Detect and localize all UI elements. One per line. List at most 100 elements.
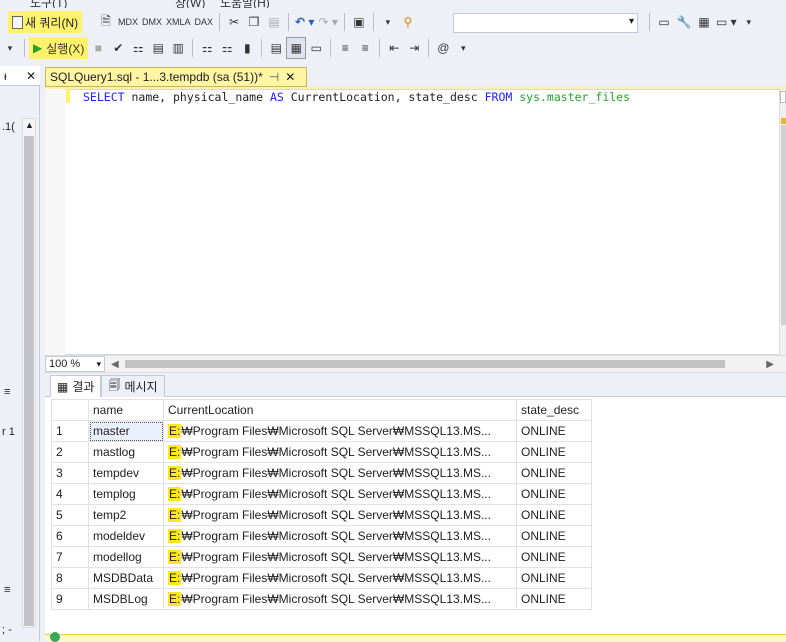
row-number[interactable]: 1 (51, 420, 89, 442)
search-combo[interactable]: ▾ (453, 13, 638, 33)
toolbox-icon[interactable]: ▦ (694, 11, 714, 33)
database-dropdown-arrow-icon[interactable]: ▾ (0, 37, 20, 59)
table-row[interactable]: 1 master E:₩Program Files₩Microsoft SQL Se… (51, 420, 592, 442)
pin-icon[interactable]: ⊣ (269, 70, 279, 84)
scroll-left-icon[interactable]: ◀ (111, 359, 119, 370)
scroll-right-icon[interactable]: ▶ (766, 359, 774, 370)
results-to-file-icon[interactable]: ▭ (306, 37, 326, 59)
xmla-query-icon[interactable]: XMLA (164, 11, 193, 33)
dropdown-arrow-icon[interactable]: ▾ (378, 11, 398, 33)
cell-current-location[interactable]: E:₩Program Files₩Microsoft SQL Server₩MS… (163, 567, 517, 589)
cell-name[interactable]: modeldev (88, 525, 164, 547)
window-layout-icon[interactable]: ▭ ▾ (714, 11, 739, 33)
redo-icon[interactable]: ↷ ▾ (316, 11, 339, 33)
dax-query-icon[interactable]: DAX (193, 11, 216, 33)
cell-current-location[interactable]: E:₩Program Files₩Microsoft SQL Server₩MS… (163, 546, 517, 568)
cell-name[interactable]: modellog (88, 546, 164, 568)
row-number[interactable]: 4 (51, 483, 89, 505)
table-row[interactable]: 7 modellog E:₩Program Files₩Microsoft SQL … (51, 546, 592, 568)
cell-state-desc[interactable]: ONLINE (516, 525, 592, 547)
column-header-currentlocation[interactable]: CurrentLocation (163, 399, 517, 421)
menu-tools[interactable]: 도구(T) (30, 0, 67, 8)
cell-state-desc[interactable]: ONLINE (516, 483, 592, 505)
menu-window[interactable]: 창(W) (175, 0, 205, 8)
left-pane-scroll-thumb[interactable] (24, 136, 34, 626)
cell-current-location[interactable]: E:₩Program Files₩Microsoft SQL Server₩MS… (163, 483, 517, 505)
cell-state-desc[interactable]: ONLINE (516, 588, 592, 610)
split-handle[interactable] (780, 91, 786, 103)
query-designer-icon[interactable]: ▤ (148, 37, 168, 59)
sql-line[interactable]: SELECT name, physical_name AS CurrentLoc… (83, 90, 630, 104)
cell-state-desc[interactable]: ONLINE (516, 441, 592, 463)
activity-monitor-icon[interactable]: ▣ (349, 11, 369, 33)
cell-state-desc[interactable]: ONLINE (516, 546, 592, 568)
query-editor[interactable] (45, 89, 780, 355)
results-to-grid-icon[interactable]: ▦ (286, 37, 307, 59)
row-number[interactable]: 5 (51, 504, 89, 526)
menu-help[interactable]: 도움말(H) (220, 0, 270, 8)
object-explorer-tab[interactable]: ᵻ ✕ (0, 66, 40, 86)
close-icon[interactable]: ✕ (285, 70, 295, 84)
row-number[interactable]: 6 (51, 525, 89, 547)
cell-current-location[interactable]: E:₩Program Files₩Microsoft SQL Server₩MS… (163, 588, 517, 610)
cell-name[interactable]: mastlog (88, 441, 164, 463)
cell-state-desc[interactable]: ONLINE (516, 420, 592, 442)
execute-button[interactable]: ▶ 실행(X) (29, 37, 89, 59)
tab-results[interactable]: ▦ 결과 (50, 375, 102, 397)
client-stats-icon[interactable]: ▮ (237, 37, 257, 59)
zoom-select[interactable]: 100 % ▾ (45, 356, 105, 372)
table-row[interactable]: 2 mastlog E:₩Program Files₩Microsoft SQL S… (51, 441, 592, 463)
actual-plan-icon[interactable]: ⚏ (197, 37, 217, 59)
cell-state-desc[interactable]: ONLINE (516, 462, 592, 484)
cell-current-location[interactable]: E:₩Program Files₩Microsoft SQL Server₩MS… (163, 441, 517, 463)
cell-name[interactable]: temp2 (88, 504, 164, 526)
solution-explorer-icon[interactable]: ▭ (654, 11, 674, 33)
intellisense-icon[interactable]: ▥ (168, 37, 188, 59)
table-row[interactable]: 9 MSDBLog E:₩Program Files₩Microsoft SQL S… (51, 588, 592, 610)
close-icon[interactable]: ✕ (26, 69, 36, 83)
cell-name[interactable]: templog (88, 483, 164, 505)
row-number[interactable]: 2 (51, 441, 89, 463)
toolbar-options-icon[interactable]: ▾ (739, 11, 759, 33)
table-row[interactable]: 4 templog E:₩Program Files₩Microsoft SQL S… (51, 483, 592, 505)
toolbar-options-icon[interactable]: ▾ (453, 37, 473, 59)
properties-icon[interactable]: 🔧 (674, 11, 694, 33)
table-row[interactable]: 6 modeldev E:₩Program Files₩Microsoft SQL … (51, 525, 592, 547)
results-grid[interactable]: name CurrentLocation state_desc 1 master E… (51, 399, 592, 610)
uncomment-icon[interactable]: ≡ (355, 37, 375, 59)
table-row[interactable]: 3 tempdev E:₩Program Files₩Microsoft SQL S… (51, 462, 592, 484)
column-header-state-desc[interactable]: state_desc (516, 399, 592, 421)
horizontal-scroll-thumb[interactable] (124, 360, 725, 368)
specify-values-icon[interactable]: @ (433, 37, 453, 59)
copy-icon[interactable]: ❐ (244, 11, 264, 33)
new-file-icon[interactable]: 🗎 (96, 11, 116, 33)
editor-scroll-thumb[interactable] (781, 125, 786, 325)
cell-current-location[interactable]: E:₩Program Files₩Microsoft SQL Server₩MS… (163, 462, 517, 484)
estimated-plan-icon[interactable]: ⚏ (128, 37, 148, 59)
cell-state-desc[interactable]: ONLINE (516, 567, 592, 589)
cell-name[interactable]: MSDBLog (88, 588, 164, 610)
cell-current-location[interactable]: E:₩Program Files₩Microsoft SQL Server₩MS… (163, 504, 517, 526)
row-number[interactable]: 9 (51, 588, 89, 610)
table-row[interactable]: 8 MSDBData E:₩Program Files₩Microsoft SQL … (51, 567, 592, 589)
cell-state-desc[interactable]: ONLINE (516, 504, 592, 526)
mdx-query-icon[interactable]: MDX (116, 11, 140, 33)
cell-name[interactable]: master (88, 420, 164, 442)
scroll-up-icon[interactable]: ▲ (25, 120, 34, 130)
row-number[interactable]: 3 (51, 462, 89, 484)
column-header-name[interactable]: name (88, 399, 164, 421)
dmx-query-icon[interactable]: DMX (140, 11, 164, 33)
find-icon[interactable]: ⚲ (398, 11, 418, 33)
paste-icon[interactable]: ▤ (264, 11, 284, 33)
live-stats-icon[interactable]: ⚏ (217, 37, 237, 59)
pin-icon[interactable]: ᵻ (4, 69, 7, 83)
cell-name[interactable]: tempdev (88, 462, 164, 484)
table-row[interactable]: 5 temp2 E:₩Program Files₩Microsoft SQL Ser… (51, 504, 592, 526)
parse-icon[interactable]: ✔ (108, 37, 128, 59)
increase-indent-icon[interactable]: ⇥ (404, 37, 424, 59)
cell-current-location[interactable]: E:₩Program Files₩Microsoft SQL Server₩MS… (163, 420, 517, 442)
cell-current-location[interactable]: E:₩Program Files₩Microsoft SQL Server₩MS… (163, 525, 517, 547)
undo-icon[interactable]: ↶ ▾ (293, 11, 316, 33)
tab-messages[interactable]: 🗐 메시지 (101, 375, 165, 397)
cell-name[interactable]: MSDBData (88, 567, 164, 589)
